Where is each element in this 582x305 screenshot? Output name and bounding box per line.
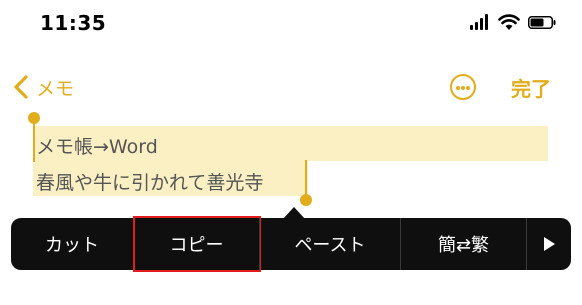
edit-menu: カット コピー ペースト 簡⇄繁 [11, 216, 571, 272]
status-icons [470, 14, 560, 36]
selection-start-knob[interactable] [28, 112, 40, 124]
chevron-left-icon [14, 75, 28, 99]
selection-start-handle[interactable] [33, 122, 35, 162]
wifi-icon [498, 14, 520, 30]
note-line[interactable]: メモ帳→Word [36, 132, 158, 159]
done-button[interactable]: 完了 [511, 73, 551, 102]
battery-icon [528, 16, 556, 29]
selection-end-handle[interactable] [305, 160, 307, 198]
back-label: メモ [36, 77, 75, 100]
simplified-traditional-convert-button[interactable]: 簡⇄繁 [400, 218, 526, 270]
status-time: 11:35 [40, 11, 107, 35]
cut-button[interactable]: カット [11, 218, 133, 270]
notes-screen: 11:35 メモ 完了 メモ帳→Word 春風や牛に引かれて善光寺 カット コピ… [0, 0, 582, 305]
selection-end-knob[interactable] [300, 194, 312, 206]
note-line[interactable]: 春風や牛に引かれて善光寺 [36, 168, 263, 195]
cellular-signal-icon [470, 14, 492, 30]
triangle-right-icon [543, 237, 555, 251]
paste-button[interactable]: ペースト [259, 218, 400, 270]
ellipsis-circle-icon[interactable] [450, 74, 476, 100]
more-options-button[interactable] [526, 218, 571, 270]
back-button[interactable]: メモ [12, 72, 74, 102]
copy-button[interactable]: コピー [133, 216, 261, 272]
